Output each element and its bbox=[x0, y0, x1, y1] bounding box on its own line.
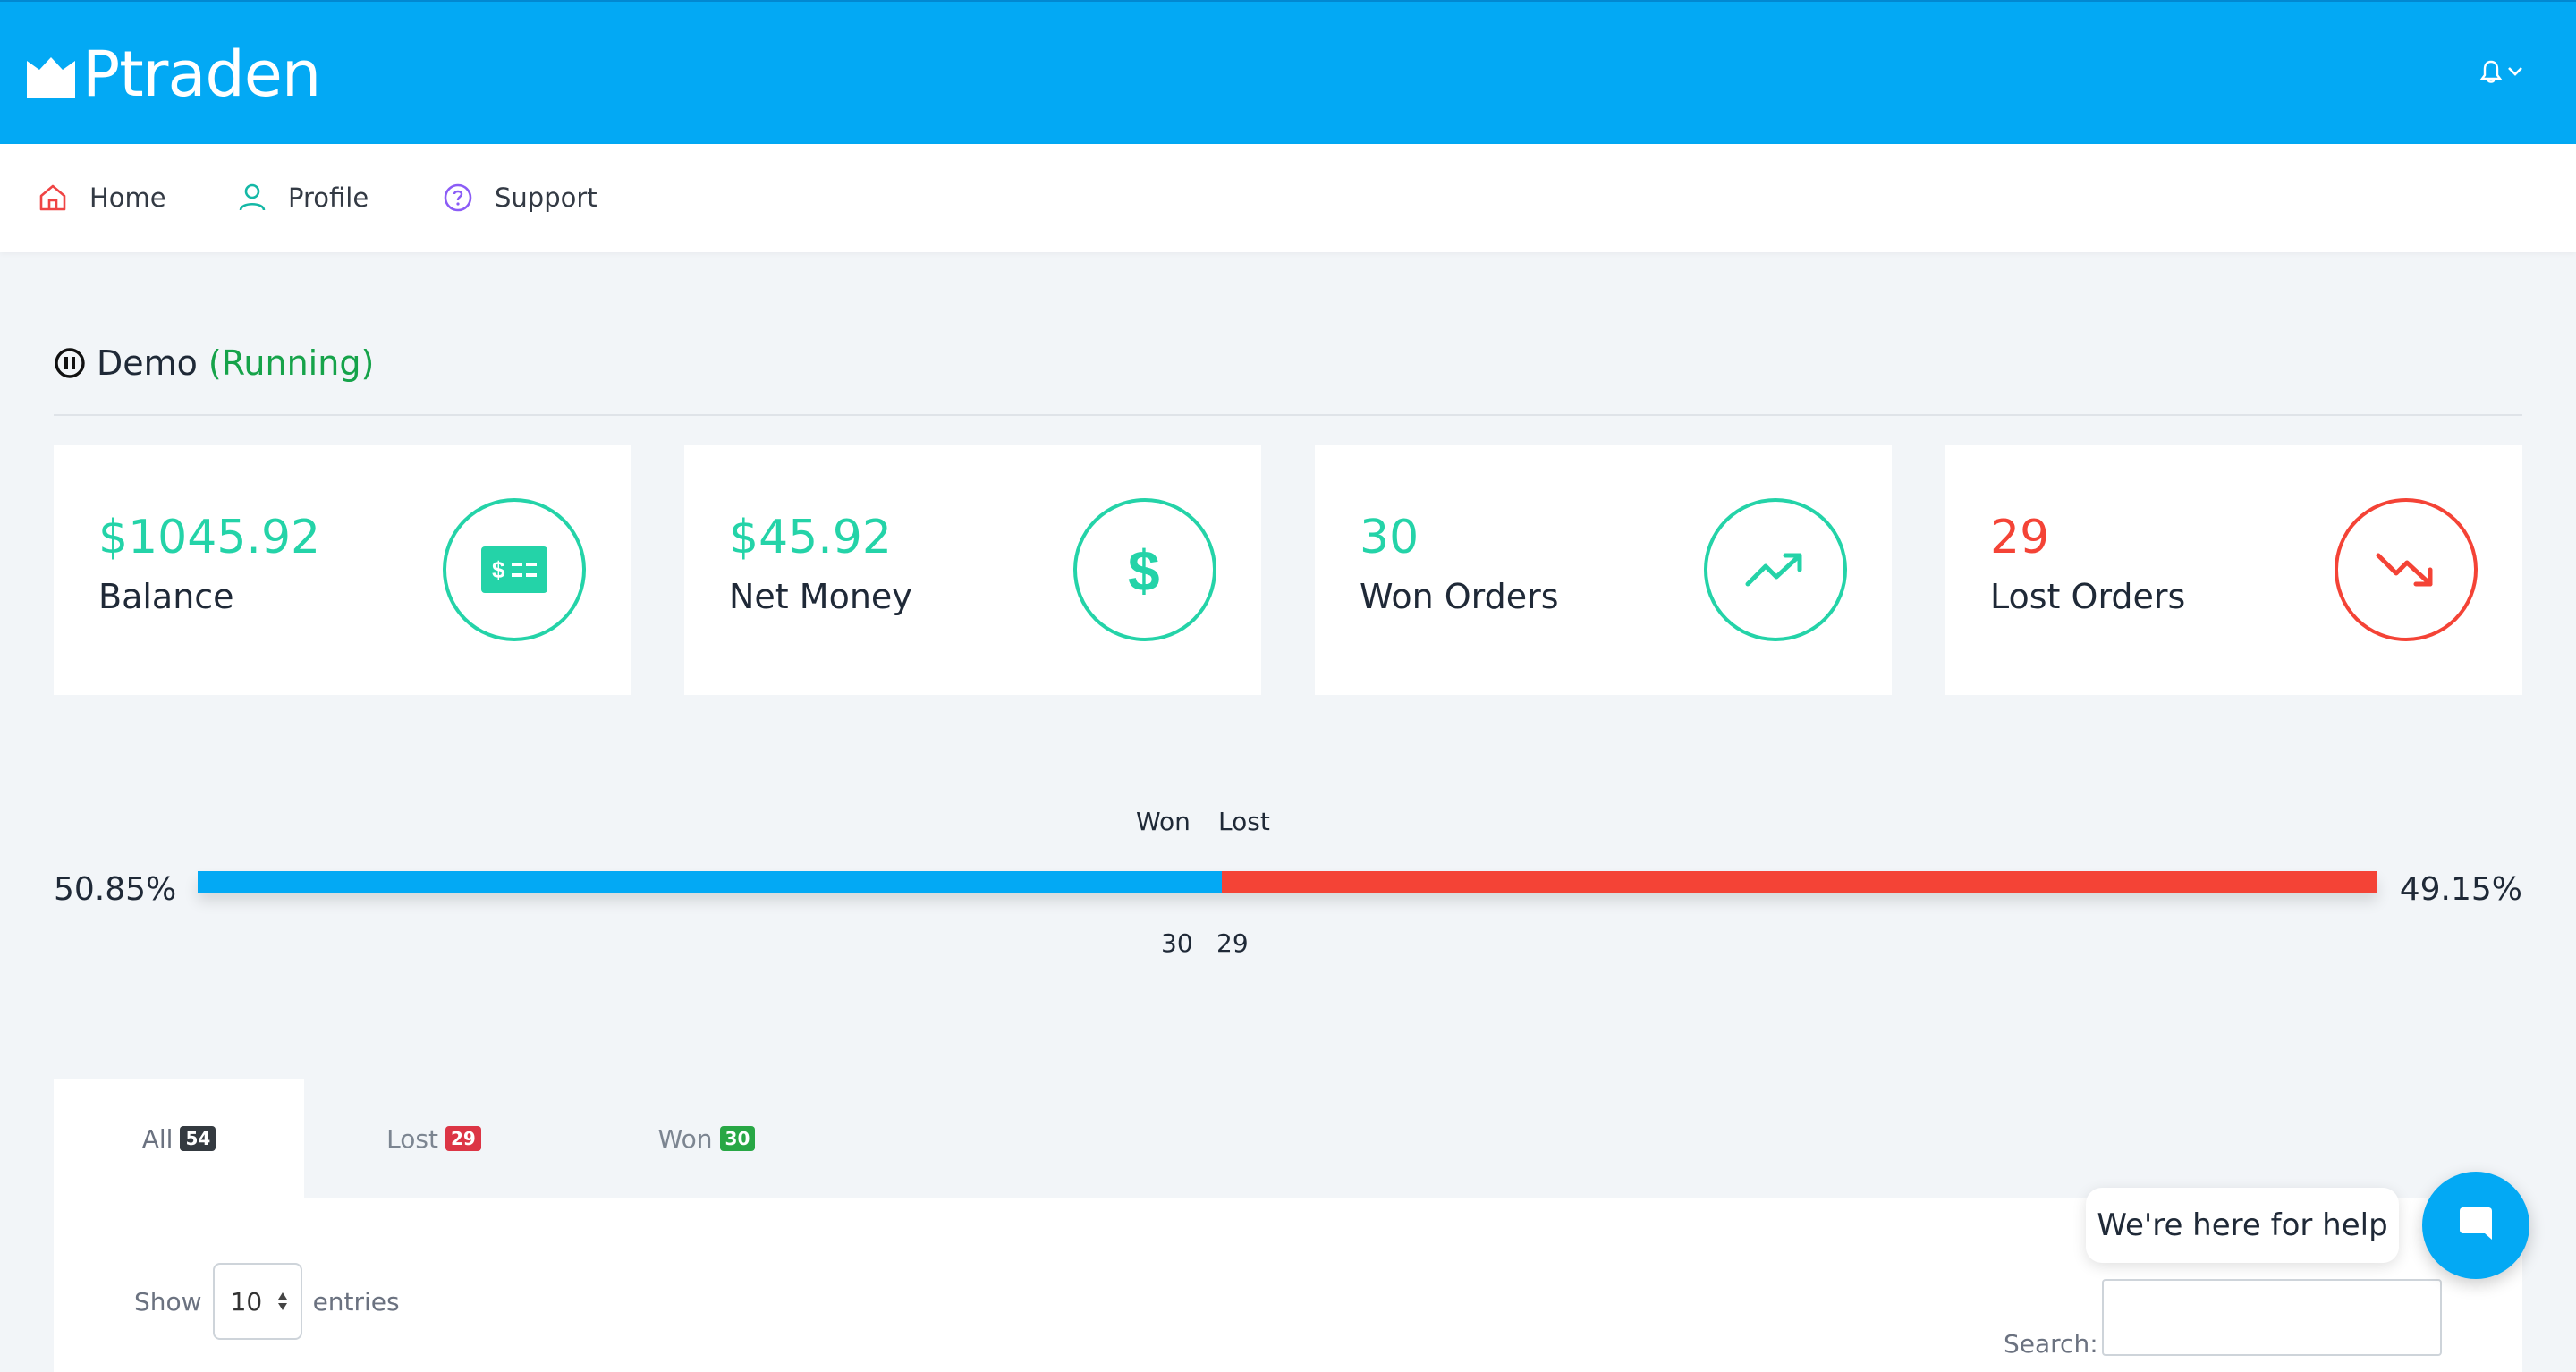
bot-status: (Running) bbox=[208, 343, 375, 383]
home-icon bbox=[39, 184, 66, 211]
balance-icon-circle: $ bbox=[443, 498, 586, 641]
search-label: Search: bbox=[2004, 1329, 2098, 1359]
lost-orders-label: Lost Orders bbox=[1990, 577, 2186, 616]
help-circle-icon bbox=[444, 183, 472, 212]
won-bar-count: 30 bbox=[1161, 928, 1193, 958]
tab-all-label: All bbox=[141, 1123, 174, 1154]
brand-name: Ptraden bbox=[82, 38, 321, 111]
section-divider bbox=[54, 414, 2522, 416]
nav-home[interactable]: Home bbox=[38, 171, 166, 224]
tab-all[interactable]: All 54 bbox=[54, 1079, 304, 1198]
balance-card: $1045.92 Balance $ bbox=[54, 445, 631, 695]
lost-icon-circle bbox=[2334, 498, 2478, 641]
svg-text:$: $ bbox=[492, 556, 505, 583]
tab-won-label: Won bbox=[657, 1123, 713, 1154]
lost-bar-count: 29 bbox=[1216, 928, 1249, 958]
notifications-menu[interactable] bbox=[2479, 59, 2524, 84]
tab-lost-count: 29 bbox=[445, 1126, 481, 1151]
tab-all-count: 54 bbox=[180, 1126, 216, 1151]
lost-bar-segment bbox=[1221, 871, 2377, 893]
chat-help-text: We're here for help bbox=[2097, 1207, 2388, 1243]
pause-circle-icon[interactable] bbox=[54, 347, 86, 379]
sort-arrows-icon bbox=[277, 1292, 287, 1310]
balance-value: $1045.92 bbox=[98, 511, 321, 564]
won-icon-circle bbox=[1704, 498, 1847, 641]
nav-profile-label: Profile bbox=[288, 182, 369, 213]
tab-lost[interactable]: Lost 29 bbox=[304, 1079, 564, 1198]
lost-orders-value: 29 bbox=[1990, 511, 2050, 564]
chevron-down-icon bbox=[2508, 67, 2522, 76]
net-money-value: $45.92 bbox=[729, 511, 892, 564]
show-label: Show bbox=[134, 1286, 202, 1317]
main-nav: Home Profile Support bbox=[0, 144, 2576, 252]
bot-name: Demo bbox=[97, 343, 198, 383]
won-percentage: 50.85% bbox=[54, 871, 177, 908]
lost-orders-card: 29 Lost Orders bbox=[1945, 445, 2522, 695]
chat-help-bubble[interactable]: We're here for help bbox=[2086, 1188, 2399, 1263]
top-header: Ptraden bbox=[0, 0, 2576, 144]
bot-title: Demo (Running) bbox=[54, 343, 374, 383]
balance-label: Balance bbox=[98, 577, 234, 616]
bell-icon bbox=[2479, 60, 2503, 83]
lost-bar-title: Lost bbox=[1218, 807, 1270, 836]
nav-profile[interactable]: Profile bbox=[238, 171, 369, 224]
nav-support[interactable]: Support bbox=[443, 171, 597, 224]
won-orders-label: Won Orders bbox=[1360, 577, 1559, 616]
nav-home-label: Home bbox=[89, 182, 166, 213]
search-input[interactable] bbox=[2102, 1279, 2442, 1356]
won-bar-segment bbox=[198, 871, 1222, 893]
won-orders-card: 30 Won Orders bbox=[1315, 445, 1892, 695]
tab-won[interactable]: Won 30 bbox=[564, 1079, 850, 1198]
trending-down-icon bbox=[2376, 553, 2433, 587]
user-icon bbox=[239, 183, 266, 211]
net-money-card: $45.92 Net Money $ bbox=[684, 445, 1261, 695]
won-bar-title: Won bbox=[1136, 807, 1191, 836]
dollar-icon: $ bbox=[1128, 538, 1160, 601]
brand-logo[interactable]: Ptraden bbox=[25, 34, 321, 114]
net-money-icon-circle: $ bbox=[1073, 498, 1216, 641]
logo-icon bbox=[27, 57, 75, 98]
page-size-control: Show 10 entries bbox=[134, 1263, 400, 1340]
money-bill-icon: $ bbox=[481, 546, 547, 593]
page-size-select[interactable]: 10 bbox=[212, 1263, 302, 1340]
trending-up-icon bbox=[1745, 553, 1802, 587]
orders-tabs: All 54 Lost 29 Won 30 bbox=[54, 1079, 850, 1198]
svg-text:$: $ bbox=[1128, 538, 1160, 601]
chat-bubble-icon bbox=[2460, 1207, 2492, 1240]
entries-label: entries bbox=[312, 1286, 400, 1317]
chat-launcher-button[interactable] bbox=[2422, 1172, 2529, 1279]
net-money-label: Net Money bbox=[729, 577, 912, 616]
nav-support-label: Support bbox=[495, 182, 597, 213]
lost-percentage: 49.15% bbox=[2399, 871, 2522, 908]
won-orders-value: 30 bbox=[1360, 511, 1419, 564]
page-size-value: 10 bbox=[230, 1286, 263, 1317]
win-loss-bar bbox=[198, 871, 2377, 893]
tab-won-count: 30 bbox=[719, 1126, 756, 1151]
tab-lost-label: Lost bbox=[386, 1123, 438, 1154]
